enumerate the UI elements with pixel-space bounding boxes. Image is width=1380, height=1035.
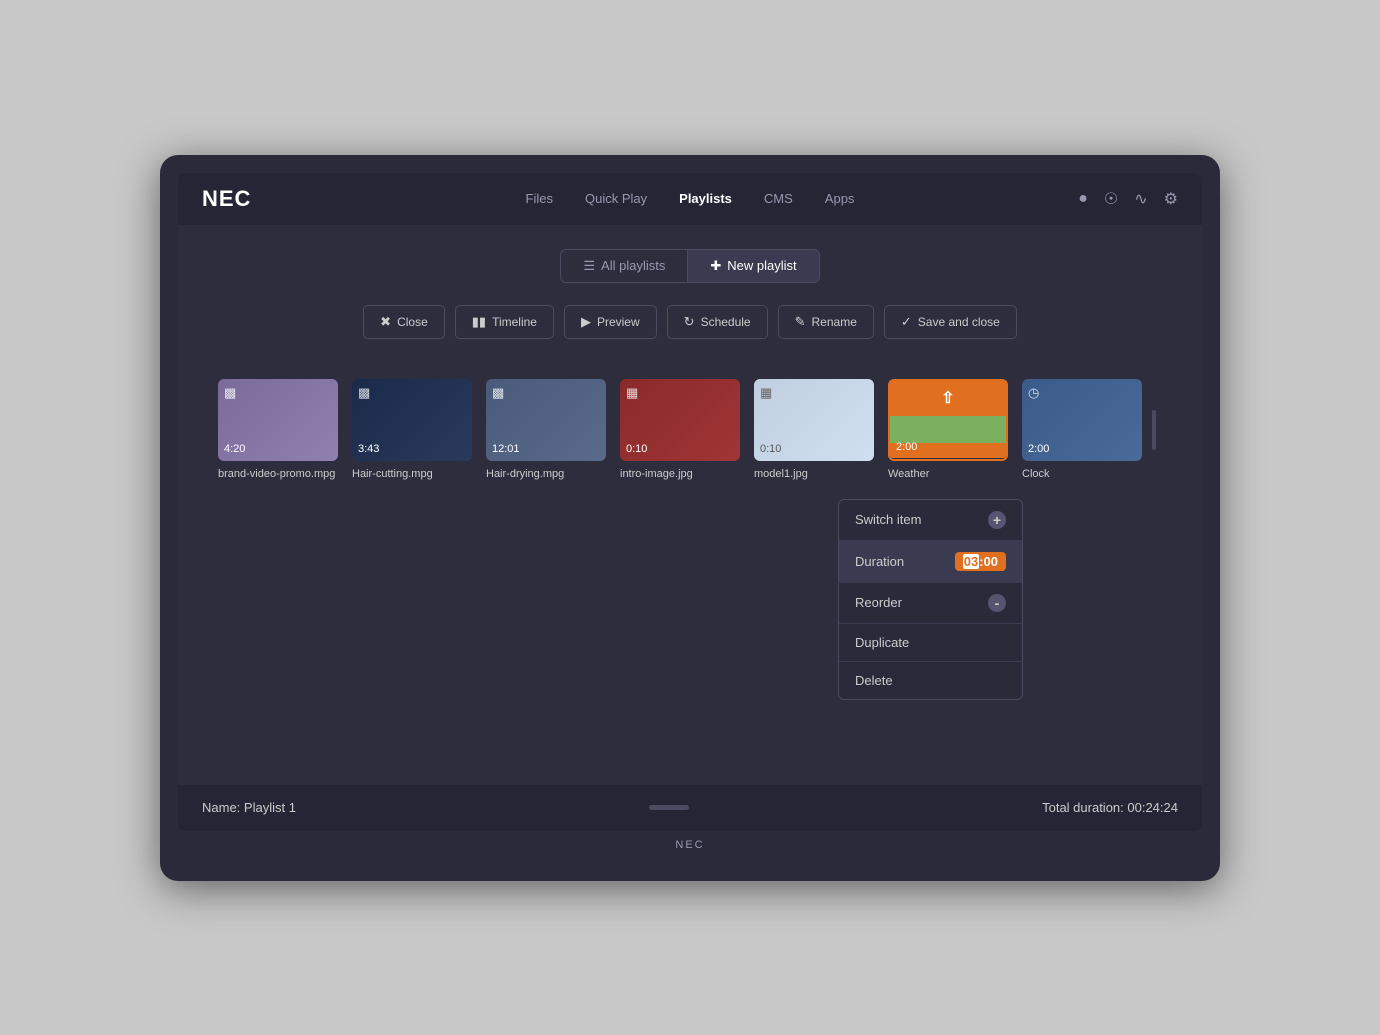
list-icon: ☰ — [583, 258, 595, 274]
label-3: Hair-drying.mpg — [486, 467, 606, 481]
tv-display: NEC Files Quick Play Playlists CMS Apps … — [160, 155, 1220, 881]
timeline-icon: ▮▮ — [472, 314, 486, 330]
thumb-clock: ◷ 2:00 — [1022, 379, 1142, 461]
save-close-button[interactable]: ✓ Save and close — [884, 305, 1017, 339]
duration-separator: :00 — [979, 554, 998, 569]
video-icon-3: ▩ — [492, 385, 504, 401]
arrow-up-icon: ⇧ — [941, 388, 954, 408]
media-card-3[interactable]: ▩ 12:01 Hair-drying.mpg — [486, 379, 606, 481]
media-card-2[interactable]: ▩ 3:43 Hair-cutting.mpg — [352, 379, 472, 481]
label-weather: Weather — [888, 467, 1008, 481]
user-icon[interactable]: ● — [1078, 190, 1088, 208]
duration-clock: 2:00 — [1028, 443, 1049, 455]
media-row: ▩ 4:20 brand-video-promo.mpg ▩ 3:43 Hair… — [218, 369, 1162, 491]
new-playlist-tab[interactable]: ✚ New playlist — [688, 249, 819, 283]
nav-playlists[interactable]: Playlists — [679, 191, 732, 206]
plus-circle-icon: ✚ — [710, 258, 721, 274]
thumb-1: ▩ 4:20 — [218, 379, 338, 461]
total-duration: Total duration: 00:24:24 — [1042, 800, 1178, 815]
image-icon-5: ▦ — [760, 385, 772, 401]
ctx-switch-item[interactable]: Switch item + — [839, 500, 1022, 541]
main-content: ☰ All playlists ✚ New playlist ✖ Close ▮… — [178, 225, 1202, 785]
brand-logo: NEC — [202, 186, 251, 212]
duration-3: 12:01 — [492, 443, 520, 455]
tv-screen: NEC Files Quick Play Playlists CMS Apps … — [178, 173, 1202, 831]
tv-stand: NEC — [178, 839, 1202, 851]
label-4: intro-image.jpg — [620, 467, 740, 481]
image-icon-4: ▦ — [626, 385, 638, 401]
close-button[interactable]: ✖ Close — [363, 305, 445, 339]
checkmark-icon: ✓ — [901, 314, 912, 330]
toolbar: ✖ Close ▮▮ Timeline ▶ Preview ↻ Schedule… — [218, 305, 1162, 339]
label-1: brand-video-promo.mpg — [218, 467, 338, 481]
play-icon: ▶ — [581, 314, 591, 330]
video-icon-2: ▩ — [358, 385, 370, 401]
nav-quickplay[interactable]: Quick Play — [585, 191, 647, 206]
label-2: Hair-cutting.mpg — [352, 467, 472, 481]
duration-weather: 2:00 — [896, 441, 917, 453]
nav-files[interactable]: Files — [526, 191, 553, 206]
playlist-tabs: ☰ All playlists ✚ New playlist — [218, 249, 1162, 283]
clock-icon: ◷ — [1028, 385, 1039, 401]
reorder-icon: - — [988, 594, 1006, 612]
media-card-5[interactable]: ▦ 0:10 model1.jpg — [754, 379, 874, 481]
thumb-3: ▩ 12:01 — [486, 379, 606, 461]
label-5: model1.jpg — [754, 467, 874, 481]
ctx-reorder[interactable]: Reorder - — [839, 583, 1022, 624]
thumb-4: ▦ 0:10 — [620, 379, 740, 461]
scroll-handle[interactable] — [649, 805, 689, 810]
scrollbar[interactable] — [1152, 410, 1156, 450]
ctx-duplicate[interactable]: Duplicate — [839, 624, 1022, 662]
all-playlists-tab[interactable]: ☰ All playlists — [560, 249, 688, 283]
ctx-duration[interactable]: Duration 03:00 — [839, 541, 1022, 583]
playlist-name: Name: Playlist 1 — [202, 800, 296, 815]
timeline-button[interactable]: ▮▮ Timeline — [455, 305, 554, 339]
bottom-bar: Name: Playlist 1 Total duration: 00:24:2… — [178, 785, 1202, 831]
schedule-icon: ↻ — [684, 314, 695, 330]
media-card-weather[interactable]: ⇧ 2:00 Weather — [888, 379, 1008, 481]
duration-4: 0:10 — [626, 443, 647, 455]
nav-apps[interactable]: Apps — [825, 191, 855, 206]
label-clock: Clock — [1022, 467, 1142, 481]
media-card-4[interactable]: ▦ 0:10 intro-image.jpg — [620, 379, 740, 481]
rename-button[interactable]: ✎ Rename — [778, 305, 874, 339]
duration-hours: 03 — [963, 554, 979, 569]
globe-icon[interactable]: ☉ — [1104, 189, 1118, 209]
close-icon: ✖ — [380, 314, 391, 330]
duration-5: 0:10 — [760, 443, 781, 455]
nav-icons: ● ☉ ∿ ⚙ — [1078, 189, 1178, 209]
nav-cms[interactable]: CMS — [764, 191, 793, 206]
video-icon-1: ▩ — [224, 385, 236, 401]
preview-button[interactable]: ▶ Preview — [564, 305, 657, 339]
context-menu: Switch item + Duration 03:00 Reorder - — [838, 499, 1023, 700]
duration-1: 4:20 — [224, 443, 245, 455]
nav-links: Files Quick Play Playlists CMS Apps — [526, 191, 855, 206]
schedule-button[interactable]: ↻ Schedule — [667, 305, 768, 339]
duration-value[interactable]: 03:00 — [955, 552, 1006, 571]
ctx-delete[interactable]: Delete — [839, 662, 1022, 699]
media-card-clock[interactable]: ◷ 2:00 Clock — [1022, 379, 1142, 481]
nav-bar: NEC Files Quick Play Playlists CMS Apps … — [178, 173, 1202, 225]
thumb-weather: ⇧ 2:00 — [888, 379, 1008, 461]
duration-2: 3:43 — [358, 443, 379, 455]
thumb-2: ▩ 3:43 — [352, 379, 472, 461]
wifi-icon[interactable]: ∿ — [1134, 189, 1147, 209]
settings-icon[interactable]: ⚙ — [1164, 189, 1178, 209]
thumb-5: ▦ 0:10 — [754, 379, 874, 461]
switch-item-icon: + — [988, 511, 1006, 529]
pencil-icon: ✎ — [795, 314, 806, 330]
media-card-1[interactable]: ▩ 4:20 brand-video-promo.mpg — [218, 379, 338, 481]
stand-brand-label: NEC — [675, 839, 704, 851]
